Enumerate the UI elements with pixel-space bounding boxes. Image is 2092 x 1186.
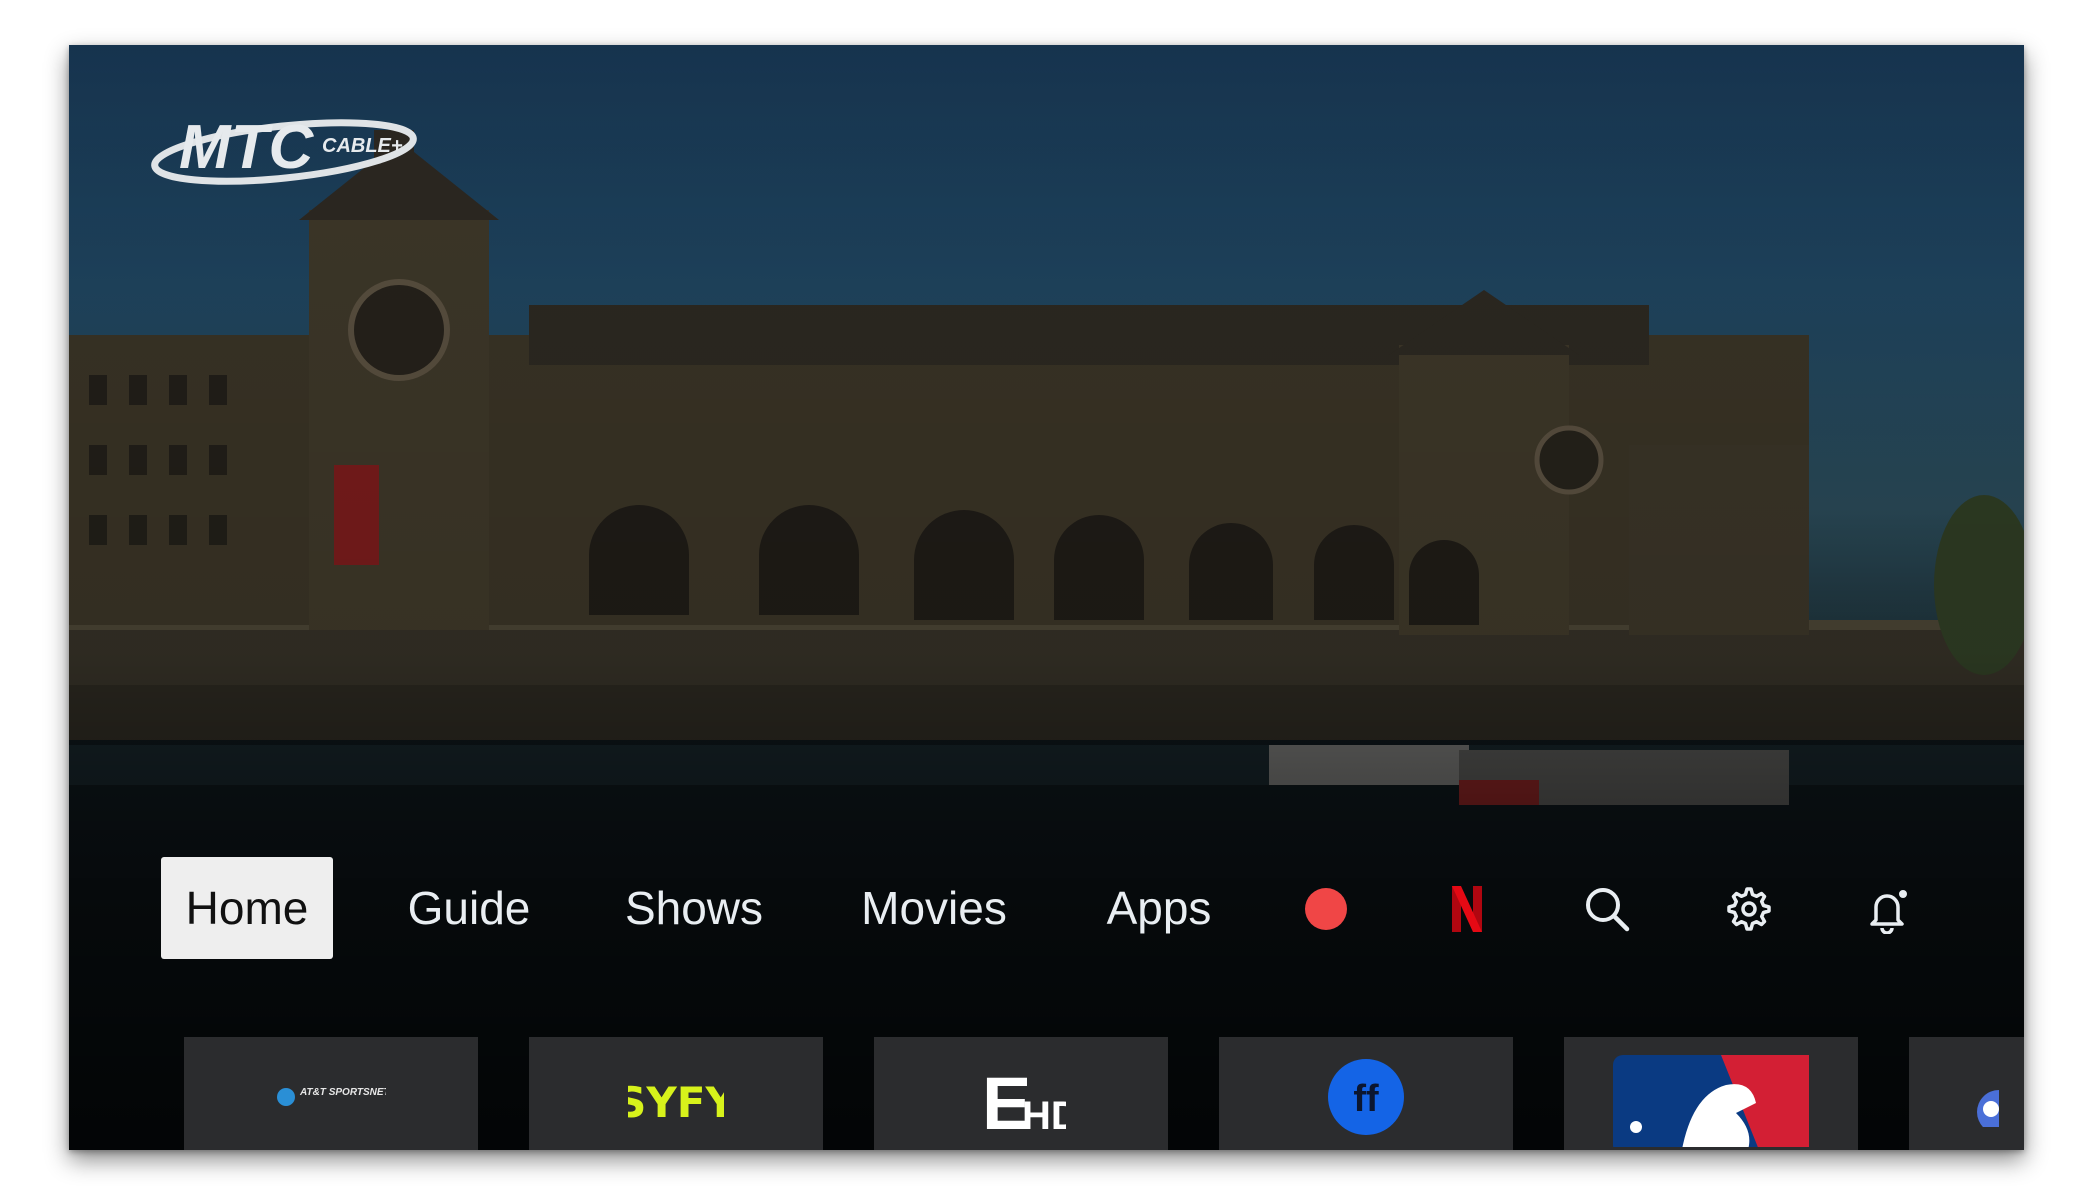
mtc-cable-logo: MTC CABLE+ [151, 113, 417, 185]
settings-icon [1727, 887, 1771, 931]
tab-movies-label: Movies [861, 882, 1007, 934]
main-nav: Home Guide Shows Movies Apps [69, 857, 2024, 961]
search-button[interactable] [1579, 881, 1635, 937]
tab-shows[interactable]: Shows [609, 857, 779, 959]
channel-tile-mlb[interactable] [1564, 1037, 1858, 1150]
background-scrim [69, 45, 2024, 1150]
settings-button[interactable] [1719, 881, 1775, 937]
tab-apps-label: Apps [1106, 882, 1212, 934]
syfy-logo: SYFY [628, 1078, 724, 1127]
netflix-icon [1452, 886, 1482, 932]
tab-guide[interactable]: Guide [389, 857, 549, 959]
freeform-logo: ff [1328, 1059, 1404, 1135]
tab-home-label: Home [185, 882, 309, 934]
channel-rail: AT&T SPORTSNET SYFY E HD ff [69, 1037, 2024, 1150]
bell-icon [1870, 890, 1907, 934]
logo-text: MTC [179, 113, 315, 182]
channel-tile-partial[interactable] [1909, 1037, 2024, 1150]
tab-guide-label: Guide [407, 882, 531, 934]
logo-subtext: CABLE+ [322, 135, 403, 157]
att-sportsnet-logo: AT&T SPORTSNET [277, 1087, 386, 1106]
netflix-button[interactable] [1439, 881, 1495, 937]
partial-channel-logo [1977, 1090, 1999, 1127]
e-hd-logo: E HD [982, 1062, 1066, 1137]
channel-tile-syfy[interactable]: SYFY [529, 1037, 823, 1150]
search-icon [1586, 888, 1630, 932]
record-icon [1305, 888, 1347, 930]
tab-shows-label: Shows [624, 882, 764, 934]
notifications-button[interactable] [1859, 881, 1915, 937]
channel-tile-e-hd[interactable]: E HD [874, 1037, 1168, 1150]
mlb-logo [1613, 1055, 1809, 1147]
e-hd-logo-text: HD [1022, 1094, 1066, 1137]
record-button[interactable] [1298, 881, 1354, 937]
channel-tile-att-sportsnet[interactable]: AT&T SPORTSNET [184, 1037, 478, 1150]
tab-home[interactable]: Home [161, 857, 333, 959]
att-sportsnet-logo-text: AT&T SPORTSNET [299, 1087, 386, 1098]
freeform-logo-text: ff [1353, 1078, 1379, 1120]
syfy-logo-text: SYFY [628, 1078, 724, 1127]
tab-apps[interactable]: Apps [1089, 857, 1229, 959]
tab-movies[interactable]: Movies [839, 857, 1029, 959]
channel-tile-freeform[interactable]: ff [1219, 1037, 1513, 1150]
tv-screen: MTC CABLE+ Home Guide Shows Movies Apps [69, 45, 2024, 1150]
